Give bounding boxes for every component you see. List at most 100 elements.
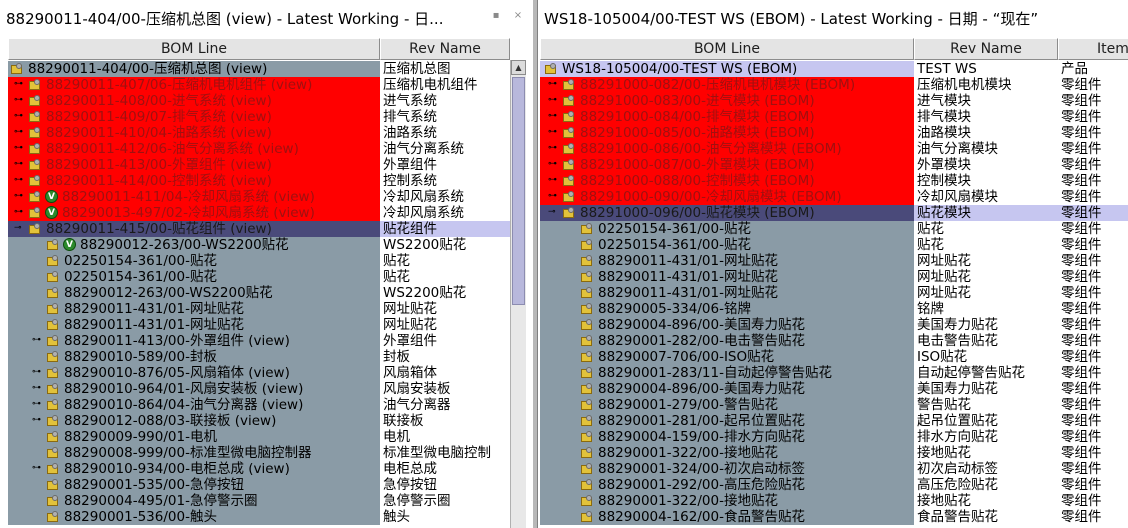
item-type-cell[interactable]: 零组件	[1058, 253, 1128, 269]
bom-line-row[interactable]: ⊶ 88291000-084/00-排气模块 (EBOM) 排气模块 零组件	[538, 109, 1128, 125]
bom-line-cell[interactable]: ⊶ 88290011-413/00-外罩组件 (view)	[8, 333, 380, 349]
bom-line-row[interactable]: ⊶ 88290011-414/00-控制系统 (view) 控制系统	[0, 173, 510, 189]
bom-line-row[interactable]: ⊶ V 88290013-497/02-冷却风扇系统 (view) 冷却风扇系统	[0, 205, 510, 221]
bom-line-row[interactable]: ⊶ 88290011-413/00-外罩组件 (view) 外罩组件	[0, 333, 510, 349]
bom-line-row[interactable]: 88290004-896/00-美国寿力贴花 美国寿力贴花 零组件	[538, 317, 1128, 333]
rev-name-cell[interactable]: 电击警告贴花	[914, 333, 1058, 349]
rev-name-cell[interactable]: 控制模块	[914, 173, 1058, 189]
item-type-cell[interactable]: 零组件	[1058, 125, 1128, 141]
expand-icon[interactable]: ⊶	[14, 80, 23, 89]
scroll-thumb[interactable]	[512, 77, 525, 305]
rev-name-cell[interactable]: 电机	[380, 429, 510, 445]
item-type-cell[interactable]: 零组件	[1058, 333, 1128, 349]
bom-line-cell[interactable]: ⊶ 88291000-085/00-油路模块 (EBOM)	[540, 125, 914, 141]
bom-line-row[interactable]: 88290011-431/01-网址贴花 网址贴花	[0, 301, 510, 317]
bom-line-row[interactable]: 88290001-322/00-接地贴花 接地贴花 零组件	[538, 445, 1128, 461]
expand-icon[interactable]: ⊶	[14, 96, 23, 105]
rev-name-cell[interactable]: 油气分离系统	[380, 141, 510, 157]
bom-line-row[interactable]: 88290008-999/00-标准型微电脑控制器 标准型微电脑控制	[0, 445, 510, 461]
bom-line-cell[interactable]: ⊶ 88290012-088/03-联接板 (view)	[8, 413, 380, 429]
vertical-scrollbar[interactable]: ▲	[510, 60, 526, 528]
item-type-cell[interactable]: 零组件	[1058, 429, 1128, 445]
rev-name-cell[interactable]: 冷却风扇系统	[380, 189, 510, 205]
rev-name-cell[interactable]: 压缩机电机模块	[914, 77, 1058, 93]
bom-line-cell[interactable]: ⊶ 88290011-409/07-排气系统 (view)	[8, 109, 380, 125]
expand-icon[interactable]: ⊶	[548, 144, 557, 153]
bom-line-row[interactable]: ⊶ 88290010-876/05-风扇箱体 (view) 风扇箱体	[0, 365, 510, 381]
item-type-cell[interactable]: 零组件	[1058, 493, 1128, 509]
bom-line-row[interactable]: 88290001-283/11-自动起停警告贴花 自动起停警告贴花 零组件	[538, 365, 1128, 381]
rev-name-cell[interactable]: 外罩组件	[380, 157, 510, 173]
rev-name-cell[interactable]: 高压危险贴花	[914, 477, 1058, 493]
bom-line-cell[interactable]: 88290008-999/00-标准型微电脑控制器	[8, 445, 380, 461]
rev-name-cell[interactable]: 进气模块	[914, 93, 1058, 109]
bom-line-row[interactable]: 88290004-162/00-食品警告贴花 食品警告贴花 零组件	[538, 509, 1128, 525]
expand-icon[interactable]: ⊶	[32, 400, 41, 409]
bom-line-row[interactable]: 88290001-282/00-电击警告贴花 电击警告贴花 零组件	[538, 333, 1128, 349]
rev-name-cell[interactable]: 急停警示圈	[380, 493, 510, 509]
rev-name-cell[interactable]: 进气系统	[380, 93, 510, 109]
bom-line-row[interactable]: ⊶ 88290010-864/04-油气分离器 (view) 油气分离器	[0, 397, 510, 413]
bom-line-row[interactable]: 02250154-361/00-贴花 贴花 零组件	[538, 221, 1128, 237]
expand-icon[interactable]: ⊶	[548, 80, 557, 89]
bom-line-cell[interactable]: 88290005-334/06-铭牌	[540, 301, 914, 317]
bom-line-cell[interactable]: ⊶ V 88290011-411/04-冷却风扇系统 (view)	[8, 189, 380, 205]
expand-icon[interactable]: ⊶	[548, 96, 557, 105]
rev-name-cell[interactable]: 油气分离器	[380, 397, 510, 413]
bom-line-row[interactable]: 88290009-990/01-电机 电机	[0, 429, 510, 445]
bom-line-row[interactable]: ⊶ 88290012-088/03-联接板 (view) 联接板	[0, 413, 510, 429]
bom-line-row[interactable]: 88290007-706/00-ISO贴花 ISO贴花 零组件	[538, 349, 1128, 365]
rev-name-cell[interactable]: 初次启动标签	[914, 461, 1058, 477]
rev-name-cell[interactable]: 风扇安装板	[380, 381, 510, 397]
bom-line-cell[interactable]: 88290004-162/00-食品警告贴花	[540, 509, 914, 525]
bom-line-row[interactable]: ⊶ 88291000-085/00-油路模块 (EBOM) 油路模块 零组件	[538, 125, 1128, 141]
bom-line-cell[interactable]: 88290007-706/00-ISO贴花	[540, 349, 914, 365]
expand-icon[interactable]: ⊶	[548, 160, 557, 169]
bom-line-cell[interactable]: 02250154-361/00-贴花	[540, 221, 914, 237]
expand-icon[interactable]: ⊶	[14, 144, 23, 153]
item-type-cell[interactable]: 零组件	[1058, 157, 1128, 173]
item-type-cell[interactable]: 零组件	[1058, 349, 1128, 365]
bom-line-cell[interactable]: ⊶ 88290011-414/00-控制系统 (view)	[8, 173, 380, 189]
expand-icon[interactable]: ⊶	[32, 416, 41, 425]
bom-line-row[interactable]: ⊶ 88291000-083/00-进气模块 (EBOM) 进气模块 零组件	[538, 93, 1128, 109]
item-type-cell[interactable]: 零组件	[1058, 477, 1128, 493]
bom-line-cell[interactable]: 88290001-282/00-电击警告贴花	[540, 333, 914, 349]
bom-line-cell[interactable]: ⊶ 88290011-413/00-外罩组件 (view)	[8, 157, 380, 173]
item-type-cell[interactable]: 零组件	[1058, 285, 1128, 301]
column-header-rev-name[interactable]: Rev Name	[380, 38, 510, 60]
expand-icon[interactable]: ⊶	[14, 208, 23, 217]
bom-line-cell[interactable]: 88290001-279/00-警告贴花	[540, 397, 914, 413]
expand-icon[interactable]: ⊶	[548, 192, 557, 201]
expand-icon[interactable]: ⊶	[32, 464, 41, 473]
rev-name-cell[interactable]: 接地贴花	[914, 493, 1058, 509]
item-type-cell[interactable]: 产品	[1058, 61, 1128, 77]
expand-icon[interactable]: ⊶	[548, 112, 557, 121]
bom-line-cell[interactable]: 88290001-322/00-接地贴花	[540, 445, 914, 461]
bom-line-cell[interactable]: ⊶ 88290010-876/05-风扇箱体 (view)	[8, 365, 380, 381]
bom-line-cell[interactable]: ⊶ 88290010-864/04-油气分离器 (view)	[8, 397, 380, 413]
rev-name-cell[interactable]: 联接板	[380, 413, 510, 429]
expand-icon[interactable]: ⊶	[32, 368, 41, 377]
item-type-cell[interactable]: 零组件	[1058, 221, 1128, 237]
expand-icon[interactable]: ⊶	[548, 128, 557, 137]
item-type-cell[interactable]: 零组件	[1058, 445, 1128, 461]
rev-name-cell[interactable]: 排气系统	[380, 109, 510, 125]
bom-line-cell[interactable]: 88290011-431/01-网址贴花	[540, 253, 914, 269]
bom-line-row[interactable]: ⊶ 88290011-407/06-压缩机电机组件 (view) 压缩机电机组件	[0, 77, 510, 93]
rev-name-cell[interactable]: 贴花	[914, 237, 1058, 253]
bom-line-row[interactable]: 88290012-263/00-WS2200贴花 WS2200贴花	[0, 285, 510, 301]
bom-line-row[interactable]: 88290011-431/01-网址贴花 网址贴花 零组件	[538, 269, 1128, 285]
item-type-cell[interactable]: 零组件	[1058, 301, 1128, 317]
rev-name-cell[interactable]: 控制系统	[380, 173, 510, 189]
item-type-cell[interactable]: 零组件	[1058, 381, 1128, 397]
expand-icon[interactable]: ⊶	[32, 336, 41, 345]
bom-line-cell[interactable]: ⊶ 88290010-934/00-电柜总成 (view)	[8, 461, 380, 477]
bom-line-cell[interactable]: ⊶ 88291000-090/00-冷却风扇模块 (EBOM)	[540, 189, 914, 205]
bom-line-row[interactable]: 88290001-281/00-起吊位置贴花 起吊位置贴花 零组件	[538, 413, 1128, 429]
rev-name-cell[interactable]: 贴花	[380, 269, 510, 285]
rev-name-cell[interactable]: 贴花	[914, 221, 1058, 237]
bom-line-cell[interactable]: ⊶ 88290011-410/04-油路系统 (view)	[8, 125, 380, 141]
bom-line-cell[interactable]: 88290011-431/01-网址贴花	[8, 301, 380, 317]
bom-line-row[interactable]: 88290001-292/00-高压危险贴花 高压危险贴花 零组件	[538, 477, 1128, 493]
